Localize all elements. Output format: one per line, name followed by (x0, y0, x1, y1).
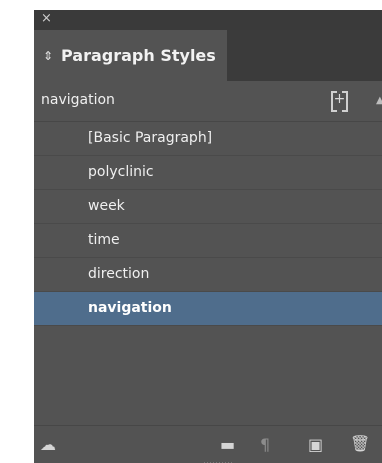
style-label: navigation (88, 300, 172, 316)
style-label: time (88, 232, 120, 248)
list-item-selected[interactable]: navigation (34, 292, 382, 326)
paragraph-styles-panel: × ⇕ Paragraph Styles navigation + ▲ [Bas… (34, 10, 382, 463)
tab-strip: ⇕ Paragraph Styles (34, 30, 382, 81)
tab-label: Paragraph Styles (61, 46, 216, 65)
folder-icon[interactable]: ▬ (220, 437, 235, 453)
list-item[interactable]: polyclinic (34, 156, 382, 190)
list-item[interactable]: direction (34, 258, 382, 292)
current-style-name: navigation (41, 92, 115, 108)
trash-icon[interactable]: 🗑 (350, 436, 370, 452)
collapse-arrows-icon[interactable]: ⇕ (43, 49, 55, 63)
style-list: [Basic Paragraph] polyclinic week time d… (34, 121, 382, 426)
style-label: polyclinic (88, 164, 154, 180)
new-style-icon[interactable]: ▣ (308, 437, 323, 453)
tab-paragraph-styles[interactable]: ⇕ Paragraph Styles (34, 30, 227, 81)
close-icon[interactable]: × (41, 12, 52, 26)
new-style-group-icon[interactable]: + (331, 91, 348, 112)
scroll-up-arrow-icon[interactable]: ▲ (376, 95, 382, 106)
clear-overrides-icon[interactable]: ¶ (260, 437, 270, 453)
style-label: direction (88, 266, 150, 282)
panel-title-bar: × (34, 10, 382, 30)
cloud-library-icon[interactable]: ☁ (40, 437, 56, 453)
list-item[interactable]: [Basic Paragraph] (34, 122, 382, 156)
panel-footer: ☁ ▬ ¶ ▣ 🗑 (34, 425, 382, 463)
style-label: week (88, 198, 125, 214)
list-item[interactable]: time (34, 224, 382, 258)
list-item[interactable]: week (34, 190, 382, 224)
current-style-header: navigation + ▲ (34, 81, 382, 121)
style-label: [Basic Paragraph] (88, 130, 213, 146)
